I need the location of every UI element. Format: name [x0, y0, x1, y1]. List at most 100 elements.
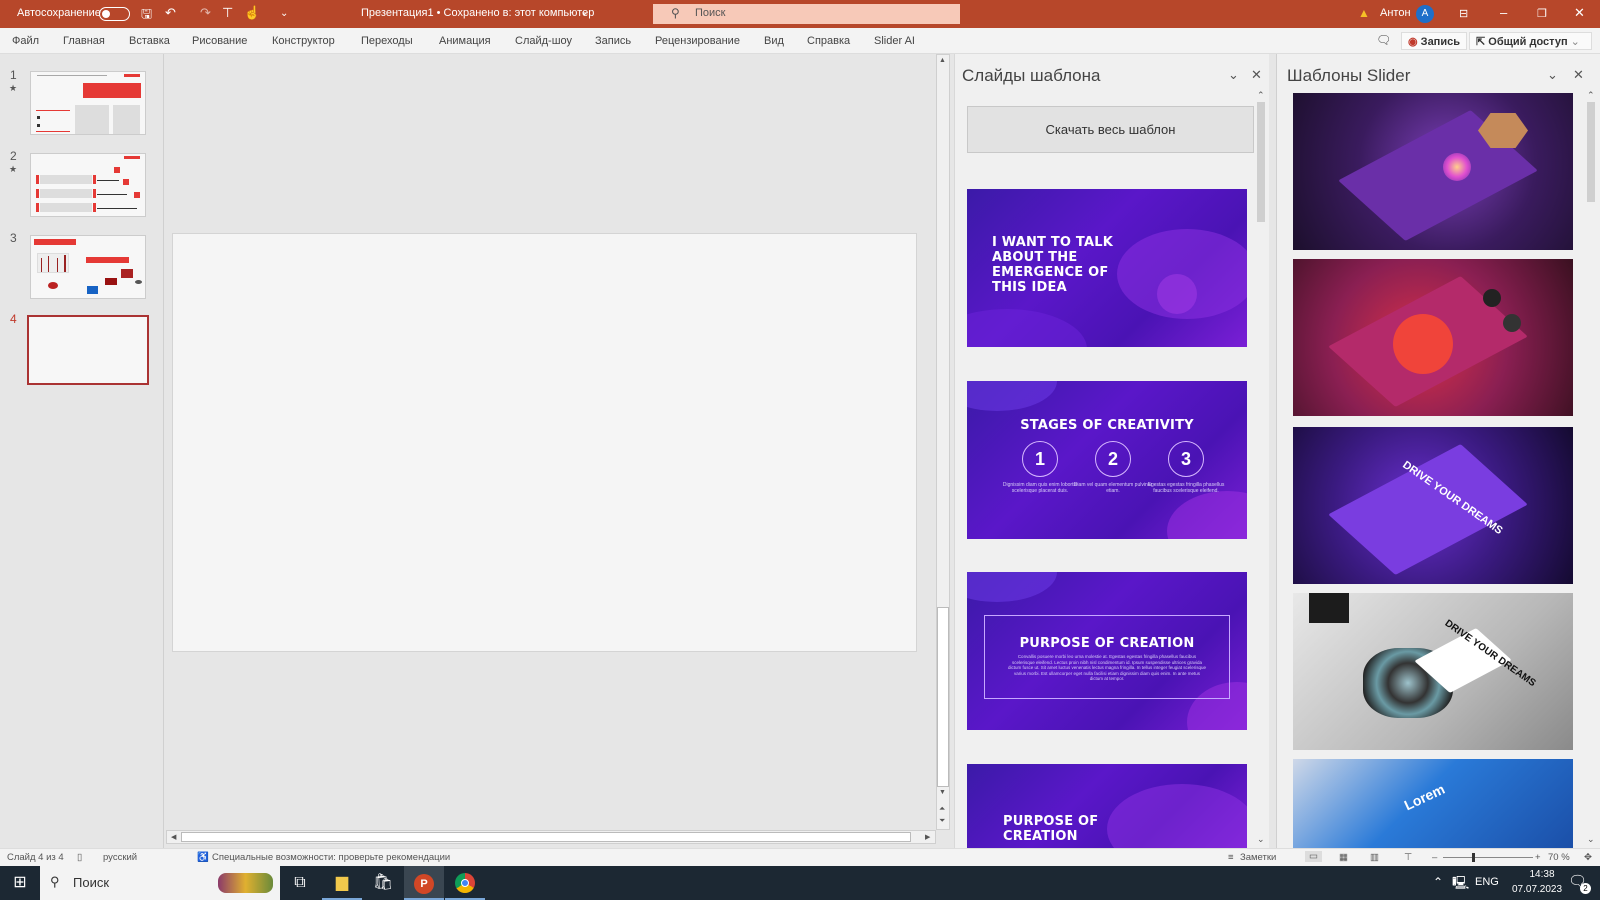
- chrome-icon[interactable]: [445, 866, 485, 900]
- normal-view-icon[interactable]: ▭: [1305, 851, 1322, 862]
- zoom-out-icon[interactable]: –: [1432, 852, 1437, 863]
- scrollbar-thumb[interactable]: [937, 607, 949, 787]
- slide-number: 4: [10, 312, 17, 326]
- comments-icon[interactable]: 🗨: [1376, 33, 1391, 47]
- microsoft-store-icon[interactable]: 🛍: [363, 866, 403, 900]
- tab-animations[interactable]: Анимация: [439, 35, 491, 47]
- document-title[interactable]: Презентация1 • Сохранено в: этот компьют…: [361, 7, 594, 19]
- record-button[interactable]: ◉ Запись: [1401, 32, 1467, 50]
- redo-icon[interactable]: ↷: [200, 5, 211, 21]
- horizontal-scrollbar[interactable]: ◀ ▶: [166, 830, 936, 844]
- accessibility-icon[interactable]: ♿: [197, 852, 209, 863]
- show-hidden-icons[interactable]: ⌃: [1433, 875, 1443, 889]
- zoom-level[interactable]: 70 %: [1548, 852, 1570, 863]
- next-slide-icon[interactable]: ⏷: [939, 816, 945, 826]
- tab-insert[interactable]: Вставка: [129, 35, 170, 47]
- user-name[interactable]: Антон: [1380, 7, 1411, 19]
- fit-to-window-icon[interactable]: ✥: [1584, 852, 1592, 863]
- autosave-toggle[interactable]: [99, 7, 130, 21]
- language-indicator[interactable]: русский: [103, 852, 137, 863]
- taskbar-search[interactable]: ⚲ Поиск: [40, 866, 280, 900]
- reading-view-icon[interactable]: ▥: [1370, 852, 1379, 863]
- tab-file[interactable]: Файл: [12, 35, 39, 47]
- star-icon: ★: [9, 83, 18, 93]
- slide-thumbnail-1[interactable]: [30, 71, 146, 135]
- slideshow-icon[interactable]: ⊤: [1404, 852, 1412, 863]
- scroll-up-icon[interactable]: ⌃: [1587, 90, 1595, 101]
- tab-transitions[interactable]: Переходы: [361, 35, 413, 47]
- tab-draw[interactable]: Рисование: [192, 35, 247, 47]
- template-slide-card[interactable]: PURPOSE OF CREATION: [967, 764, 1247, 848]
- touch-mode-icon[interactable]: ☝: [244, 5, 260, 21]
- template-preview-image[interactable]: DRIVE YOUR DREAMS: [1293, 427, 1573, 584]
- share-button[interactable]: ⇱ Общий доступ ⌄: [1469, 32, 1592, 50]
- accessibility-status[interactable]: Специальные возможности: проверьте реком…: [212, 852, 450, 863]
- template-preview-image[interactable]: [1293, 93, 1573, 250]
- minimize-icon[interactable]: –: [1500, 5, 1507, 20]
- tab-view[interactable]: Вид: [764, 35, 784, 47]
- panel-scrollbar[interactable]: ⌃ ⌄: [1255, 90, 1267, 848]
- scrollbar-thumb[interactable]: [1257, 102, 1265, 222]
- powerpoint-icon[interactable]: P: [404, 866, 444, 900]
- file-explorer-icon[interactable]: ▆: [322, 866, 362, 900]
- scroll-up-icon[interactable]: ▲: [939, 57, 946, 64]
- ribbon-display-icon[interactable]: ⊟: [1459, 7, 1468, 20]
- slide-thumbnail-2[interactable]: [30, 153, 146, 217]
- scrollbar-thumb[interactable]: [181, 832, 911, 842]
- slide-thumbnail-3[interactable]: [30, 235, 146, 299]
- tab-design[interactable]: Конструктор: [272, 35, 335, 47]
- chevron-down-icon[interactable]: ⌄: [580, 5, 589, 18]
- previous-slide-icon[interactable]: ⏶: [939, 804, 945, 814]
- tab-slideshow[interactable]: Слайд-шоу: [515, 35, 572, 47]
- chevron-down-icon[interactable]: ⌄: [1228, 67, 1239, 83]
- template-slide-card[interactable]: I WANT TO TALK ABOUT THE EMERGENCE OF TH…: [967, 189, 1247, 347]
- clock-date[interactable]: 07.07.2023: [1512, 884, 1562, 895]
- tab-review[interactable]: Рецензирование: [655, 35, 740, 47]
- notes-button[interactable]: Заметки: [1240, 852, 1276, 863]
- slide-sorter-icon[interactable]: ▦: [1339, 852, 1348, 863]
- spellcheck-icon[interactable]: ▯: [77, 852, 82, 863]
- close-icon[interactable]: ✕: [1573, 67, 1584, 83]
- slide-thumbnail-4[interactable]: [27, 315, 149, 385]
- template-preview-image[interactable]: [1293, 259, 1573, 416]
- avatar[interactable]: A: [1416, 5, 1434, 23]
- template-preview-image[interactable]: DRIVE YOUR DREAMS: [1293, 593, 1573, 750]
- zoom-slider[interactable]: [1443, 853, 1533, 862]
- customize-toolbar-icon[interactable]: ⌄: [280, 8, 288, 19]
- scroll-down-icon[interactable]: ⌄: [1257, 834, 1265, 845]
- windows-start-icon[interactable]: ⊞: [0, 866, 40, 900]
- zoom-slider-thumb[interactable]: [1472, 853, 1475, 862]
- search-box[interactable]: ⚲ Поиск: [653, 4, 960, 24]
- task-view-icon[interactable]: ⧉: [280, 866, 320, 900]
- network-icon[interactable]: 🖳: [1452, 874, 1469, 896]
- template-slide-card[interactable]: PURPOSE OF CREATION Convallis posuere mo…: [967, 572, 1247, 730]
- scroll-down-icon[interactable]: ⌄: [1587, 834, 1595, 845]
- tab-help[interactable]: Справка: [807, 35, 850, 47]
- close-icon[interactable]: ✕: [1251, 67, 1262, 83]
- scroll-down-icon[interactable]: ▼: [939, 789, 946, 796]
- template-slide-card[interactable]: STAGES OF CREATIVITY 1 2 3 Dignissim dia…: [967, 381, 1247, 539]
- scrollbar-thumb[interactable]: [1587, 102, 1595, 202]
- current-slide-canvas[interactable]: [172, 233, 917, 652]
- scroll-left-icon[interactable]: ◀: [171, 833, 176, 841]
- template-preview-image[interactable]: Lorem: [1293, 759, 1573, 848]
- vertical-scrollbar[interactable]: ▲ ▼ ⏶ ⏷: [936, 54, 950, 830]
- close-icon[interactable]: ✕: [1574, 5, 1585, 21]
- scroll-up-icon[interactable]: ⌃: [1257, 90, 1265, 101]
- save-icon[interactable]: 🖫: [141, 5, 152, 27]
- input-language[interactable]: ENG: [1475, 876, 1499, 888]
- clock-time[interactable]: 14:38: [1517, 869, 1567, 880]
- restore-icon[interactable]: ❐: [1537, 7, 1547, 20]
- undo-icon[interactable]: ↶: [165, 5, 176, 21]
- download-template-button[interactable]: Скачать весь шаблон: [967, 106, 1254, 153]
- tab-record[interactable]: Запись: [595, 35, 631, 47]
- warning-icon[interactable]: ▲: [1358, 6, 1370, 20]
- present-icon[interactable]: ⊤: [222, 5, 233, 21]
- notes-icon[interactable]: ≡: [1228, 852, 1234, 863]
- tab-slider-ai[interactable]: Slider AI: [874, 35, 915, 47]
- panel-scrollbar[interactable]: ⌃ ⌄: [1585, 90, 1597, 848]
- scroll-right-icon[interactable]: ▶: [925, 833, 930, 841]
- chevron-down-icon[interactable]: ⌄: [1547, 67, 1558, 83]
- zoom-in-icon[interactable]: +: [1535, 852, 1541, 863]
- tab-home[interactable]: Главная: [63, 35, 105, 47]
